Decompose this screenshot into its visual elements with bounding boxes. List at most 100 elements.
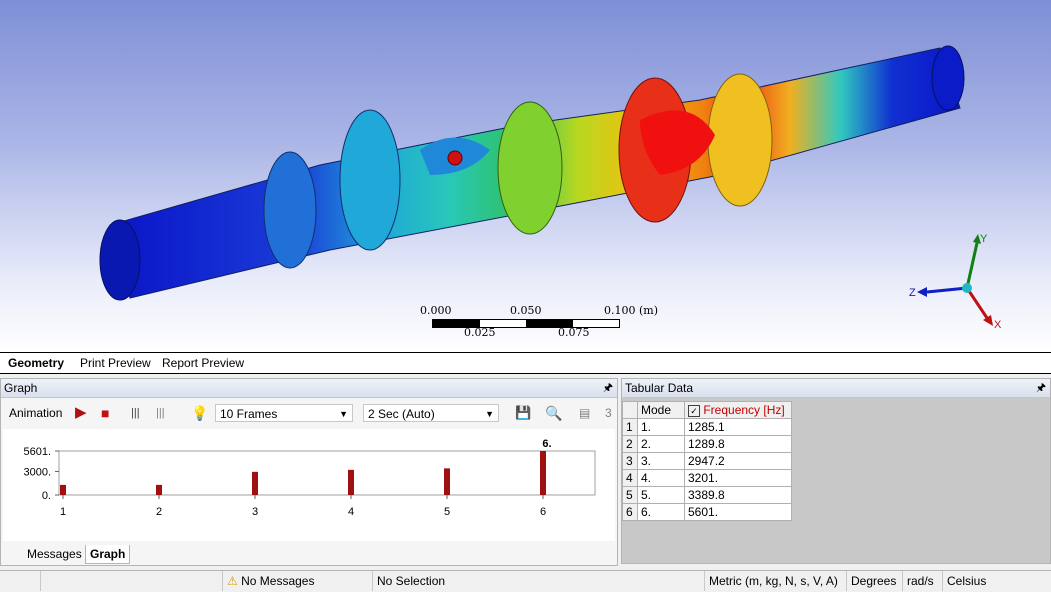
- checkbox-icon[interactable]: ✓: [688, 405, 700, 417]
- row-number[interactable]: 6: [622, 503, 638, 521]
- bar-mode-2: [156, 484, 162, 495]
- x-tick-label: 6: [540, 506, 546, 518]
- mode-cell[interactable]: 5.: [637, 486, 685, 504]
- mode-cell[interactable]: 6.: [637, 503, 685, 521]
- tabular-data-table[interactable]: Mode ✓ Frequency [Hz] 1 1. 1285.1 2 2. 1289.8…: [622, 401, 792, 521]
- frequency-header-label: Frequency [Hz]: [703, 403, 785, 417]
- animation-toolbar: Animation ▶ ■ ||| ||| 💡 10 Frames ▼ 2 Se…: [1, 400, 617, 426]
- scale-label-050: 0.050: [510, 304, 542, 317]
- status-units[interactable]: Metric (m, kg, N, s, V, A): [704, 571, 842, 591]
- mode-cell[interactable]: 3.: [637, 452, 685, 470]
- bar-mode-6: [540, 451, 546, 495]
- graph-panel-header: Graph 🖈: [1, 379, 617, 398]
- mode-cell[interactable]: 4.: [637, 469, 685, 487]
- axes-triad[interactable]: Y Z X: [905, 228, 1005, 338]
- tab-graph[interactable]: Graph: [85, 545, 131, 564]
- scale-label-100: 0.100 (m): [604, 304, 659, 317]
- x-tick-label: 5: [444, 506, 450, 518]
- status-temperature[interactable]: Celsius: [942, 571, 1022, 591]
- status-bar: ⚠ No Messages No Selection Metric (m, kg…: [0, 570, 1051, 592]
- export-video-icon[interactable]: 💾: [515, 404, 531, 422]
- scale-ruler: [432, 319, 620, 328]
- view-tabs: Geometry Print Preview Report Preview: [0, 352, 1051, 374]
- x-tick-label: 2: [156, 506, 162, 518]
- frequency-bar-chart: 5601. 3000. 0. 1 2 3 4 5 6 6.: [23, 438, 596, 518]
- graphics-viewport[interactable]: 0.000 0.050 0.100 (m) 0.025 0.075 Y Z X: [0, 0, 1051, 352]
- crankshaft-model[interactable]: [0, 0, 1051, 352]
- chart-icon[interactable]: ▤: [579, 404, 590, 422]
- tab-messages[interactable]: Messages: [23, 545, 86, 563]
- tabular-panel-title: Tabular Data: [625, 381, 694, 395]
- status-empty: [40, 571, 222, 591]
- table-row[interactable]: 5 5. 3389.8: [622, 486, 792, 504]
- scale-label-025: 0.025: [464, 326, 496, 339]
- row-number[interactable]: 1: [622, 418, 638, 436]
- graph-panel: Graph 🖈 Animation ▶ ■ ||| ||| 💡 10 Frame…: [0, 378, 618, 566]
- frequency-cell[interactable]: 2947.2: [684, 452, 792, 470]
- bar-data-label: 6.: [542, 438, 551, 450]
- y-tick-label: 0.: [42, 490, 51, 502]
- scale-label-0: 0.000: [420, 304, 452, 317]
- graph-panel-title: Graph: [4, 381, 38, 395]
- x-tick-label: 4: [348, 506, 354, 518]
- status-messages[interactable]: ⚠ No Messages: [222, 571, 372, 591]
- warning-icon: ⚠: [227, 574, 238, 588]
- bar-mode-5: [444, 468, 450, 495]
- chevron-down-icon: ▼: [339, 409, 348, 419]
- pin-icon[interactable]: 🖈: [1036, 379, 1046, 397]
- zoom-icon[interactable]: 🔍: [545, 404, 562, 422]
- tab-geometry[interactable]: Geometry: [4, 355, 68, 371]
- axis-y-label: Y: [980, 233, 988, 245]
- play-icon[interactable]: ▶: [75, 404, 87, 422]
- status-rate[interactable]: rad/s: [902, 571, 942, 591]
- row-number[interactable]: 2: [622, 435, 638, 453]
- frequency-cell[interactable]: 1289.8: [684, 435, 792, 453]
- table-row[interactable]: 1 1. 1285.1: [622, 418, 792, 436]
- tabular-panel-header: Tabular Data 🖈: [622, 379, 1050, 398]
- frequency-chart[interactable]: 5601. 3000. 0. 1 2 3 4 5 6 6.: [3, 429, 615, 541]
- frequency-cell[interactable]: 1285.1: [684, 418, 792, 436]
- time-select-value: 2 Sec (Auto): [368, 407, 435, 421]
- tab-print-preview[interactable]: Print Preview: [76, 355, 155, 371]
- tabular-data-panel: Tabular Data 🖈 Mode ✓ Frequency [Hz] 1 1.…: [621, 378, 1051, 564]
- mode-cell[interactable]: 1.: [637, 418, 685, 436]
- y-tick-label: 3000.: [23, 466, 51, 478]
- result-frames-icon[interactable]: |||: [156, 404, 165, 422]
- tab-report-preview[interactable]: Report Preview: [158, 355, 248, 371]
- time-select[interactable]: 2 Sec (Auto) ▼: [363, 404, 499, 422]
- axis-x-label: X: [994, 319, 1002, 331]
- plot-frame: [58, 450, 596, 496]
- table-row[interactable]: 4 4. 3201.: [622, 469, 792, 487]
- mode-cell[interactable]: 2.: [637, 435, 685, 453]
- row-number[interactable]: 3: [622, 452, 638, 470]
- status-messages-text: No Messages: [241, 574, 315, 588]
- pin-icon[interactable]: 🖈: [603, 379, 613, 397]
- frequency-cell[interactable]: 3389.8: [684, 486, 792, 504]
- x-tick-label: 1: [60, 506, 66, 518]
- column-header-mode[interactable]: Mode: [637, 401, 685, 419]
- row-number[interactable]: 4: [622, 469, 638, 487]
- stop-icon[interactable]: ■: [101, 404, 109, 422]
- axis-z-label: Z: [909, 287, 916, 299]
- x-tick-label: 3: [252, 506, 258, 518]
- bar-mode-4: [348, 469, 354, 495]
- scale-label-075: 0.075: [558, 326, 590, 339]
- row-number[interactable]: 5: [622, 486, 638, 504]
- table-row[interactable]: 6 6. 5601.: [622, 503, 792, 521]
- frames-select-value: 10 Frames: [220, 407, 278, 421]
- scale-bar: 0.000 0.050 0.100 (m) 0.025 0.075: [420, 304, 660, 340]
- y-tick-label: 5601.: [23, 446, 51, 458]
- column-header-frequency[interactable]: ✓ Frequency [Hz]: [684, 401, 792, 419]
- toolbar-extra: 3: [605, 406, 612, 420]
- bar-mode-3: [252, 471, 258, 495]
- status-angle[interactable]: Degrees: [846, 571, 900, 591]
- table-row[interactable]: 3 3. 2947.2: [622, 452, 792, 470]
- frames-select[interactable]: 10 Frames ▼: [215, 404, 353, 422]
- frequency-cell[interactable]: 5601.: [684, 503, 792, 521]
- status-selection: No Selection: [372, 571, 704, 591]
- chevron-down-icon: ▼: [485, 409, 494, 419]
- lightbulb-icon[interactable]: 💡: [191, 404, 208, 422]
- distributed-frames-icon[interactable]: |||: [131, 404, 140, 422]
- table-row[interactable]: 2 2. 1289.8: [622, 435, 792, 453]
- frequency-cell[interactable]: 3201.: [684, 469, 792, 487]
